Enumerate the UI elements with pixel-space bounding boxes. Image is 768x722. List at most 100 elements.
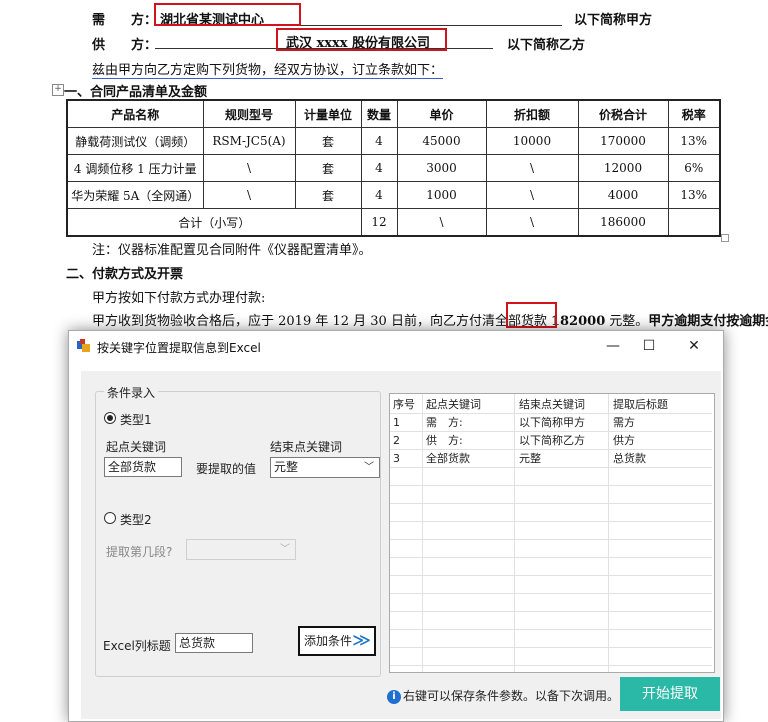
grid-row[interactable]: 1 需 方: 以下简称甲方 需方 (390, 414, 712, 432)
dialog-client-area: 条件录入 类型1 起点关键词 结束点关键词 全部货款 要提取的值 元整 ﹀ 类型2… (81, 371, 721, 719)
cell: 10000 (485, 127, 579, 155)
cell: \ (485, 181, 579, 209)
extract-value-label: 要提取的值 (196, 462, 257, 476)
cell: 13% (667, 181, 721, 209)
buyer-label: 需 方： (92, 13, 158, 28)
segment-label: 提取第几段? (106, 545, 173, 559)
cell: 13% (667, 127, 721, 155)
amount-highlight-box (506, 302, 557, 328)
cell: \ (202, 181, 296, 209)
grid-cell: 2 (393, 434, 400, 447)
table-row: 4 调频位移 1 压力计量 \ 套 4 3000 \ 12000 6% (66, 154, 721, 182)
grid-cell: 总货款 (613, 452, 646, 465)
grid-empty-row (390, 468, 712, 486)
start-extract-button[interactable]: 开始提取 (620, 677, 720, 711)
seller-highlight-box (276, 28, 447, 51)
grid-row[interactable]: 2 供 方: 以下简称乙方 供方 (390, 432, 712, 450)
table-total-row: 合计（小写） 12 \ \ 186000 (66, 208, 721, 237)
table-row: 华为荣耀 5A（全网通） \ 套 4 1000 \ 4000 13% (66, 181, 721, 209)
total-label: 合计（小写） (66, 208, 362, 237)
excel-column-input[interactable]: 总货款 (175, 633, 253, 653)
payment-line-2: 甲方收到货物验收合格后，应于 2019 年 12 月 30 日前，向乙方付清全部… (92, 314, 768, 329)
cell: 170000 (577, 127, 669, 155)
grid-empty-row (390, 504, 712, 522)
maximize-button[interactable]: ☐ (629, 335, 669, 357)
end-keyword-label: 结束点关键词 (270, 440, 343, 454)
note-text: 注：仪器标准配置见合同附件《仪器配置清单》。 (92, 243, 372, 258)
table-row: 静载荷测试仪（调频） RSM-JC5(A) 套 4 45000 10000 17… (66, 127, 721, 155)
dialog-titlebar[interactable]: 按关键字位置提取信息到Excel — ☐ ✕ (69, 331, 723, 361)
cell: 1000 (396, 181, 487, 209)
th-product: 产品名称 (66, 99, 204, 128)
type2-radio[interactable] (104, 512, 116, 524)
grid-cell: 需方 (613, 416, 635, 429)
double-chevron-right-icon: ≫ (352, 630, 371, 651)
cell: 套 (294, 127, 362, 155)
grid-cell: 3 (393, 452, 400, 465)
grid-cell: 需 方: (426, 416, 463, 429)
chevron-down-icon: ﹀ (280, 544, 290, 555)
cell: 静载荷测试仪（调频） (66, 127, 204, 155)
seller-suffix: 以下简称乙方 (507, 38, 586, 53)
cell: \ (485, 154, 579, 182)
grid-empty-row (390, 540, 712, 558)
th-model: 规则型号 (202, 99, 296, 128)
type1-label[interactable]: 类型1 (120, 411, 152, 428)
table-resize-handle[interactable] (721, 234, 729, 242)
th-discount: 折扣额 (485, 99, 579, 128)
info-icon: i (387, 689, 401, 704)
cell: 4 调频位移 1 压力计量 (66, 154, 204, 182)
payment-line-1: 甲方按如下付款方式办理付款: (92, 291, 266, 306)
product-table: 产品名称 规则型号 计量单位 数量 单价 折扣额 价税合计 税率 静载荷测试仪（… (66, 99, 721, 237)
th-unit: 计量单位 (294, 99, 362, 128)
add-condition-button[interactable]: 添加条件 ≫ (298, 626, 376, 656)
type1-radio[interactable] (104, 412, 116, 424)
cell: 12000 (577, 154, 669, 182)
close-button[interactable]: ✕ (674, 335, 714, 357)
grid-header: 起点关键词 (426, 398, 481, 411)
th-total: 价税合计 (577, 99, 669, 128)
grid-cell: 以下简称乙方 (519, 434, 585, 447)
grid-empty-row (390, 558, 712, 576)
grid-header-row: 序号 起点关键词 结束点关键词 提取后标题 (390, 396, 712, 414)
cell: 3000 (396, 154, 487, 182)
hint-text: i 右键可以保存条件参数。以备下次调用。 (387, 687, 619, 704)
total-sum: 186000 (577, 208, 669, 237)
grid-empty-row (390, 630, 712, 648)
cell: 套 (294, 154, 362, 182)
excel-column-label: Excel列标题 (103, 639, 171, 653)
cell: \ (202, 154, 296, 182)
grid-empty-row (390, 522, 712, 540)
cell: 4 (360, 181, 398, 209)
th-rate: 税率 (667, 99, 721, 128)
th-price: 单价 (396, 99, 487, 128)
minimize-button[interactable]: — (593, 335, 633, 357)
cell: 套 (294, 181, 362, 209)
segment-combo[interactable]: ﹀ (186, 539, 296, 560)
section1-heading: 一、合同产品清单及金额 (64, 85, 208, 100)
conditions-grid[interactable]: 序号 起点关键词 结束点关键词 提取后标题 1 需 方: 以下简称甲方 需方 2… (389, 393, 715, 673)
total-rate (667, 208, 721, 237)
cell: RSM-JC5(A) (202, 127, 296, 155)
cell: 4000 (577, 181, 669, 209)
grid-header: 序号 (393, 398, 415, 411)
grid-cell: 以下简称甲方 (519, 416, 585, 429)
type2-label[interactable]: 类型2 (120, 511, 152, 528)
extract-dialog: 按关键字位置提取信息到Excel — ☐ ✕ 条件录入 类型1 起点关键词 结束… (68, 330, 724, 722)
table-move-handle[interactable]: + (52, 84, 64, 96)
chevron-down-icon: ﹀ (364, 462, 374, 473)
app-icon (77, 339, 90, 352)
start-keyword-input[interactable]: 全部货款 (104, 457, 182, 477)
cell: 45000 (396, 127, 487, 155)
grid-header: 提取后标题 (613, 398, 668, 411)
cell: 6% (667, 154, 721, 182)
grid-row[interactable]: 3 全部货款 元整 总货款 (390, 450, 712, 468)
cell: 4 (360, 127, 398, 155)
buyer-highlight-box (154, 3, 301, 26)
grid-cell: 供方 (613, 434, 635, 447)
table-header-row: 产品名称 规则型号 计量单位 数量 单价 折扣额 价税合计 税率 (66, 99, 721, 128)
buyer-suffix: 以下简称甲方 (574, 13, 653, 28)
end-keyword-combo[interactable]: 元整 ﹀ (270, 457, 380, 478)
grid-header: 结束点关键词 (519, 398, 585, 411)
grid-cell: 全部货款 (426, 452, 470, 465)
